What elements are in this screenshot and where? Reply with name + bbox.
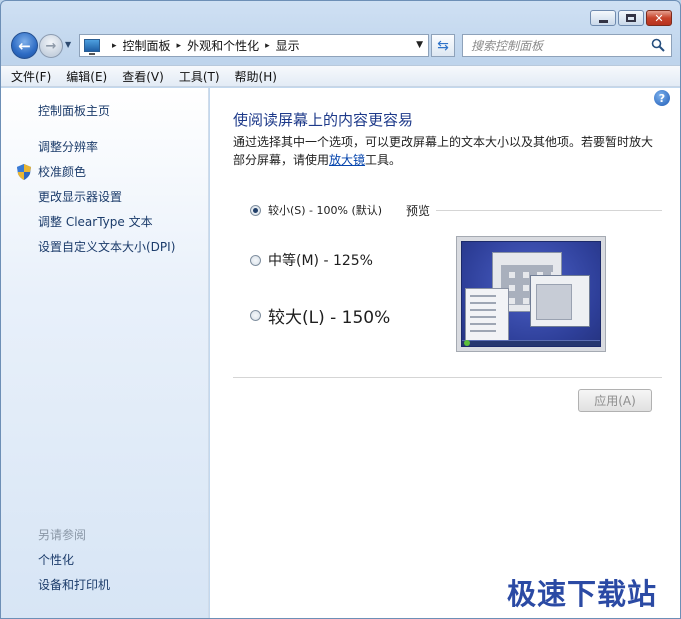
task-pane: 控制面板主页 调整分辨率 校准颜色 更改显示器设置 调整 ClearType 文…	[1, 88, 209, 618]
radio-smaller[interactable]	[250, 204, 261, 216]
search-icon[interactable]	[651, 38, 665, 52]
arrow-left-icon: ←	[18, 36, 31, 55]
preview-window-front	[530, 275, 590, 327]
menu-tools[interactable]: 工具(T)	[179, 68, 220, 85]
radio-medium[interactable]	[250, 254, 261, 266]
search-placeholder: 搜索控制面板	[471, 39, 544, 53]
maximize-icon	[626, 14, 636, 22]
option-medium[interactable]: 中等(M) - 125%	[250, 250, 373, 270]
back-button[interactable]: ←	[11, 32, 38, 59]
description-text: 通过选择其中一个选项，可以更改屏幕上的文本大小以及其他项。若要暂时放大部分屏幕，…	[233, 135, 654, 167]
breadcrumb-separator-icon[interactable]: ▸	[265, 41, 270, 51]
see-also-heading: 另请参阅	[38, 528, 87, 542]
preview-image	[456, 236, 606, 352]
content-divider	[233, 377, 662, 378]
control-panel-window: ✕ ← → ▼ ▸ 控制面板 ▸ 外观和个性化 ▸ 显示 ▼ ⇆ 搜索控制面板	[0, 0, 681, 619]
watermark-text: 极速下载站	[507, 577, 658, 611]
description-suffix: 工具。	[365, 153, 402, 167]
option-larger-label: 较大(L) - 150%	[268, 308, 391, 328]
breadcrumb-display[interactable]: 显示	[276, 37, 300, 54]
menu-edit[interactable]: 编辑(E)	[66, 68, 107, 85]
uac-shield-icon	[17, 164, 31, 180]
sidebar-link-devices-printers[interactable]: 设备和打印机	[38, 576, 110, 593]
preview-desktop	[461, 241, 601, 347]
preview-divider	[436, 210, 662, 211]
sidebar-link-cleartype[interactable]: 调整 ClearType 文本	[38, 213, 153, 230]
page-description: 通过选择其中一个选项，可以更改屏幕上的文本大小以及其他项。若要暂时放大部分屏幕，…	[233, 133, 658, 169]
preview-panel	[465, 288, 509, 344]
sidebar-link-personalization[interactable]: 个性化	[38, 551, 74, 568]
help-glyph: ?	[658, 91, 666, 105]
navigation-bar: ← → ▼ ▸ 控制面板 ▸ 外观和个性化 ▸ 显示 ▼ ⇆ 搜索控制面板	[1, 31, 680, 59]
control-panel-icon	[84, 39, 100, 55]
forward-button[interactable]: →	[39, 34, 63, 58]
help-icon[interactable]: ?	[654, 90, 670, 106]
breadcrumb-appearance[interactable]: 外观和个性化	[187, 37, 259, 54]
sidebar-link-custom-dpi[interactable]: 设置自定义文本大小(DPI)	[38, 238, 175, 255]
radio-larger[interactable]	[250, 310, 261, 321]
sidebar-link-control-panel-home[interactable]: 控制面板主页	[38, 102, 110, 119]
close-icon: ✕	[654, 11, 664, 25]
minimize-icon	[598, 19, 608, 23]
sidebar-link-display-settings[interactable]: 更改显示器设置	[38, 188, 122, 205]
menu-view[interactable]: 查看(V)	[122, 68, 164, 85]
preview-taskbar	[462, 340, 600, 346]
preview-label: 预览	[406, 204, 431, 218]
main-content: ? 使阅读屏幕上的内容更容易 通过选择其中一个选项，可以更改屏幕上的文本大小以及…	[210, 88, 680, 618]
breadcrumb-separator-icon[interactable]: ▸	[177, 41, 182, 51]
minimize-button[interactable]	[590, 10, 616, 26]
recent-pages-dropdown-icon[interactable]: ▼	[65, 40, 71, 49]
menu-bar: 文件(F) 编辑(E) 查看(V) 工具(T) 帮助(H)	[1, 65, 680, 87]
menu-help[interactable]: 帮助(H)	[235, 68, 277, 85]
option-medium-label: 中等(M) - 125%	[268, 253, 373, 269]
sidebar-link-adjust-resolution[interactable]: 调整分辨率	[38, 138, 98, 155]
address-history-dropdown-icon[interactable]: ▼	[416, 40, 423, 50]
apply-button[interactable]: 应用(A)	[578, 389, 652, 412]
option-smaller[interactable]: 较小(S) - 100% (默认)	[250, 202, 382, 218]
magnifier-link[interactable]: 放大镜	[329, 153, 365, 167]
caption-buttons: ✕	[588, 10, 672, 26]
option-larger[interactable]: 较大(L) - 150%	[250, 303, 390, 328]
breadcrumb-control-panel[interactable]: 控制面板	[123, 37, 171, 54]
arrow-right-icon: →	[45, 38, 57, 54]
search-input[interactable]: 搜索控制面板	[462, 34, 672, 57]
start-orb-icon	[464, 340, 470, 346]
option-smaller-label: 较小(S) - 100% (默认)	[268, 204, 383, 217]
menu-file[interactable]: 文件(F)	[11, 68, 51, 85]
refresh-button[interactable]: ⇆	[431, 34, 455, 57]
breadcrumb-separator-icon[interactable]: ▸	[112, 41, 117, 51]
refresh-icon: ⇆	[437, 37, 449, 54]
maximize-button[interactable]	[618, 10, 644, 26]
sidebar-link-calibrate-color[interactable]: 校准颜色	[38, 163, 86, 180]
address-bar[interactable]: ▸ 控制面板 ▸ 外观和个性化 ▸ 显示 ▼	[79, 34, 429, 57]
page-title: 使阅读屏幕上的内容更容易	[233, 111, 414, 129]
close-button[interactable]: ✕	[646, 10, 672, 26]
